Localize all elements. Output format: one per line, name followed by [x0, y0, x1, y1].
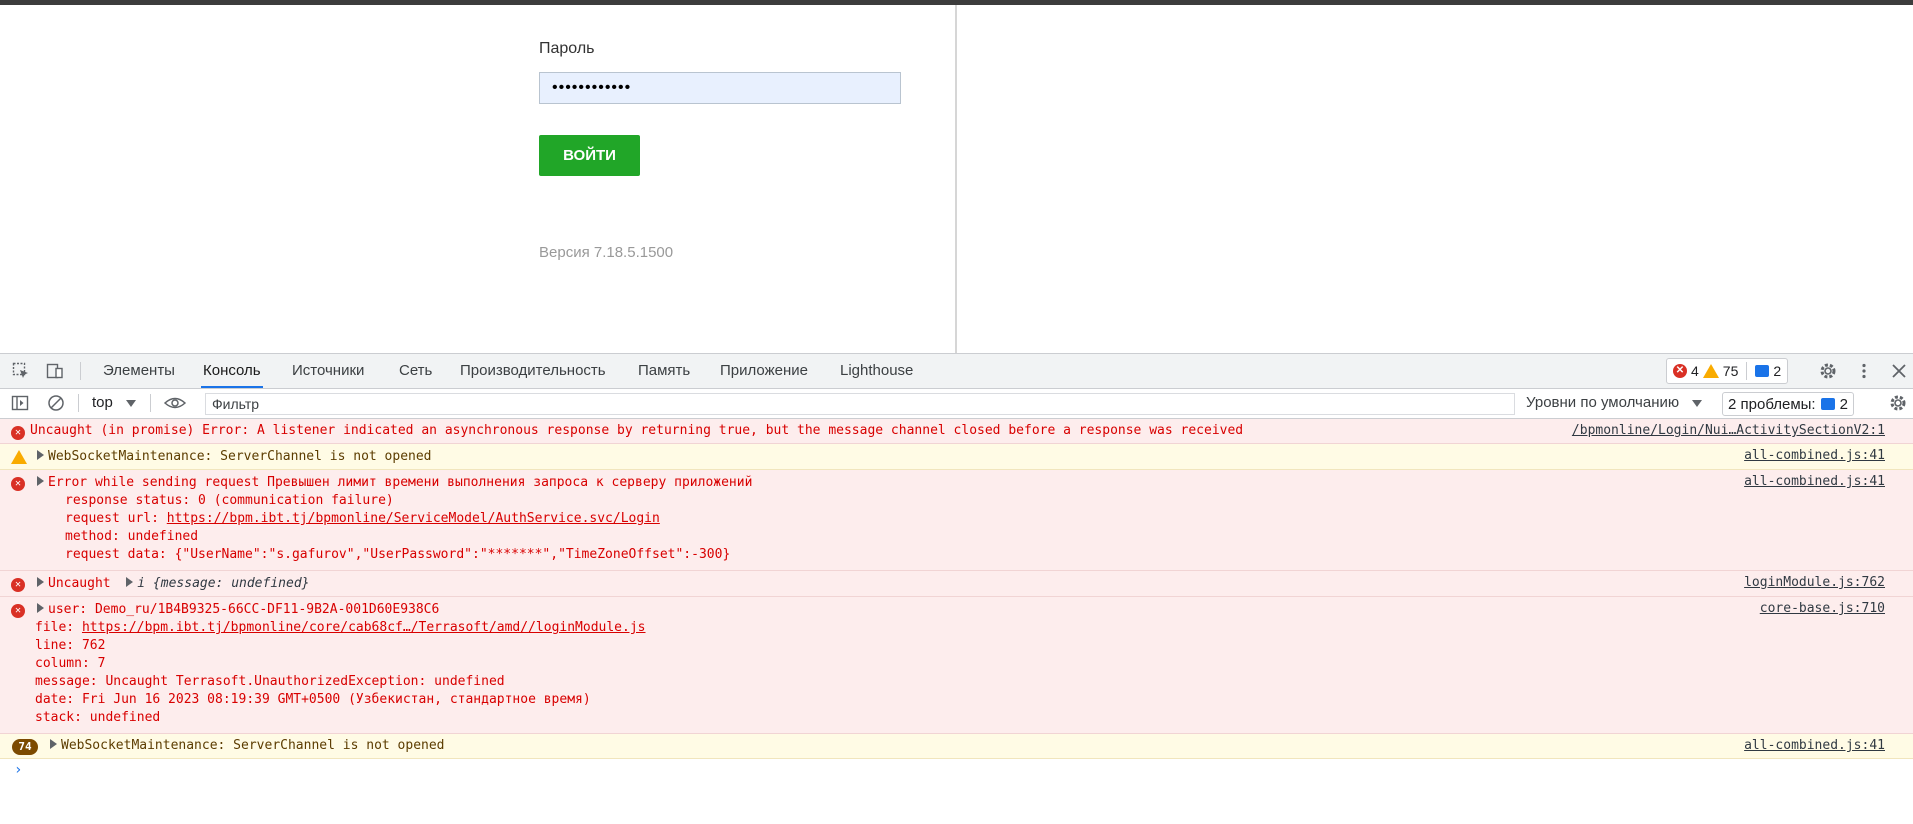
toolbar-divider: [150, 394, 151, 412]
console-warning-row: 74 WebSocketMaintenance: ServerChannel i…: [0, 734, 1913, 759]
page-divider: [955, 5, 957, 353]
source-link[interactable]: loginModule.js:762: [1744, 575, 1885, 590]
request-url-link[interactable]: https://bpm.ibt.tj/bpmonline/ServiceMode…: [167, 511, 660, 526]
method-line: method: undefined: [65, 529, 199, 544]
expand-triangle-icon[interactable]: [37, 476, 44, 486]
issue-counters[interactable]: ✕ 4 75 2: [1666, 358, 1789, 384]
console-prompt-row[interactable]: ›: [0, 759, 1913, 783]
issues-count: 2: [1839, 395, 1848, 413]
date-line: date: Fri Jun 16 2023 08:19:39 GMT+0500 …: [35, 692, 591, 707]
inspect-element-icon[interactable]: [12, 362, 30, 380]
error-message[interactable]: Error while sending request Превышен лим…: [37, 474, 1913, 492]
console-error-row: ✕ Uncaught (in promise) Error: A listene…: [0, 419, 1913, 444]
source-link[interactable]: all-combined.js:41: [1744, 474, 1885, 489]
console-toolbar: top Уровни по умолчанию 2 проблемы: 2: [0, 389, 1913, 419]
issues-button[interactable]: 2 проблемы: 2: [1722, 392, 1854, 416]
tab-application[interactable]: Приложение: [718, 354, 810, 388]
chevron-down-icon[interactable]: [126, 400, 136, 407]
error-icon: ✕: [1673, 364, 1687, 378]
file-line: file: https://bpm.ibt.tj/bpmonline/core/…: [35, 619, 1913, 637]
console-settings-gear-icon[interactable]: [1889, 394, 1907, 412]
context-selector[interactable]: top: [92, 394, 113, 411]
close-devtools-icon[interactable]: [1890, 362, 1908, 380]
expand-triangle-icon[interactable]: [37, 603, 44, 613]
tab-lighthouse[interactable]: Lighthouse: [838, 354, 915, 388]
warning-message[interactable]: WebSocketMaintenance: ServerChannel is n…: [37, 448, 1913, 466]
expand-triangle-icon[interactable]: [126, 577, 134, 587]
expand-triangle-icon[interactable]: [37, 577, 44, 587]
devtools-panel: Элементы Консоль Источники Сеть Производ…: [0, 353, 1913, 824]
stack-line: stack: undefined: [35, 710, 161, 725]
response-status-line: response status: 0 (communication failur…: [65, 493, 394, 508]
console-error-row: ✕ Uncaught i {message: undefined} loginM…: [0, 571, 1913, 597]
settings-gear-icon[interactable]: [1819, 362, 1837, 380]
request-url-label: request url:: [65, 511, 167, 526]
message-icon: [1755, 365, 1770, 377]
uncaught-text: Uncaught: [48, 576, 111, 591]
warning-icon: [1702, 364, 1719, 378]
log-levels-dropdown[interactable]: Уровни по умолчанию: [1526, 394, 1679, 411]
console-warning-row: WebSocketMaintenance: ServerChannel is n…: [0, 444, 1913, 470]
password-label: Пароль: [539, 40, 595, 57]
clear-console-icon[interactable]: [47, 394, 65, 412]
device-toolbar-icon[interactable]: [46, 362, 64, 380]
prompt-chevron-icon: ›: [14, 762, 23, 778]
version-text: Версия 7.18.5.1500: [539, 244, 674, 261]
source-link[interactable]: all-combined.js:41: [1744, 448, 1885, 463]
message-count: 2: [1773, 363, 1782, 379]
error-icon: ✕: [11, 576, 25, 592]
console-messages: ✕ Uncaught (in promise) Error: A listene…: [0, 419, 1913, 783]
error-message[interactable]: Uncaught i {message: undefined}: [37, 575, 1913, 593]
message-icon: [1820, 398, 1835, 410]
error-object[interactable]: i {message: undefined}: [137, 576, 309, 591]
request-url-line: request url: https://bpm.ibt.tj/bpmonlin…: [37, 510, 1913, 528]
sidebar-toggle-icon[interactable]: [11, 394, 29, 412]
tab-memory[interactable]: Память: [636, 354, 692, 388]
column-line: column: 7: [35, 656, 106, 671]
error-text: Error while sending request Превышен лим…: [48, 475, 753, 490]
console-filter-input[interactable]: [205, 393, 1515, 415]
devtools-tab-bar: Элементы Консоль Источники Сеть Производ…: [0, 354, 1913, 389]
tab-performance[interactable]: Производительность: [458, 354, 608, 388]
tab-console[interactable]: Консоль: [201, 354, 263, 388]
file-label: file:: [35, 620, 82, 635]
password-field[interactable]: [539, 72, 901, 104]
login-button[interactable]: ВОЙТИ: [539, 135, 640, 176]
error-message[interactable]: user: Demo_ru/1B4B9325-66CC-DF11-9B2A-00…: [37, 601, 1913, 619]
tab-elements[interactable]: Элементы: [101, 354, 177, 388]
warning-text: WebSocketMaintenance: ServerChannel is n…: [61, 738, 445, 753]
file-link[interactable]: https://bpm.ibt.tj/bpmonline/core/cab68c…: [82, 620, 646, 635]
console-error-row: ✕ Error while sending request Превышен л…: [0, 470, 1913, 571]
repeat-count-badge: 74: [12, 739, 38, 755]
error-icon: ✕: [11, 424, 25, 440]
chevron-down-icon[interactable]: [1692, 400, 1702, 407]
toolbar-divider: [80, 362, 81, 380]
user-text: user: Demo_ru/1B4B9325-66CC-DF11-9B2A-00…: [48, 602, 440, 617]
counter-divider: [1746, 362, 1748, 380]
source-link[interactable]: all-combined.js:41: [1744, 738, 1885, 753]
tab-network[interactable]: Сеть: [397, 354, 434, 388]
source-link[interactable]: core-base.js:710: [1760, 601, 1885, 616]
line-number-line: line: 762: [35, 638, 106, 653]
more-options-icon[interactable]: [1855, 362, 1873, 380]
error-count: 4: [1691, 363, 1699, 379]
expand-triangle-icon[interactable]: [37, 450, 44, 460]
request-data-line: request data: {"UserName":"s.gafurov","U…: [65, 547, 731, 562]
tab-sources[interactable]: Источники: [290, 354, 366, 388]
message-line: message: Uncaught Terrasoft.Unauthorized…: [35, 674, 505, 689]
source-link[interactable]: /bpmonline/Login/Nui…ActivitySectionV2:1: [1572, 423, 1885, 438]
error-icon: ✕: [11, 602, 25, 618]
live-expression-eye-icon[interactable]: [163, 394, 187, 412]
warning-message[interactable]: WebSocketMaintenance: ServerChannel is n…: [50, 737, 1913, 755]
warning-count: 75: [1722, 363, 1739, 379]
expand-triangle-icon[interactable]: [50, 739, 57, 749]
warning-text: WebSocketMaintenance: ServerChannel is n…: [48, 449, 432, 464]
error-icon: ✕: [11, 475, 25, 491]
issues-label: 2 проблемы:: [1728, 395, 1816, 413]
console-error-row: ✕ user: Demo_ru/1B4B9325-66CC-DF11-9B2A-…: [0, 597, 1913, 734]
warning-icon: [11, 450, 27, 468]
toolbar-divider: [78, 394, 79, 412]
